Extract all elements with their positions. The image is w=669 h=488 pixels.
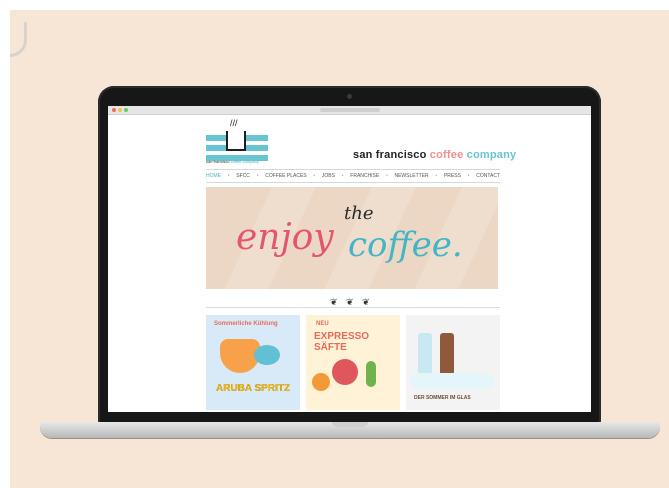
brand-title: san francisco coffee company	[353, 149, 516, 161]
camera-icon	[347, 94, 352, 99]
promo-tiles: Sommerliche Kühlung ARUBA SPRITZ NEU EXP…	[206, 315, 500, 410]
hero-enjoy: enjoy	[236, 217, 334, 258]
hero-coffee: coffee.	[348, 225, 463, 265]
promo-tile-tagline: DER SOMMER IM GLAS	[414, 395, 471, 401]
promo-tile-title: NEU	[316, 321, 329, 327]
apple-illustration	[332, 359, 358, 385]
nav-home[interactable]: HOME	[206, 173, 221, 179]
nav-sep: •	[313, 173, 316, 179]
nav-sep: •	[256, 173, 259, 179]
nav-sep: •	[341, 173, 344, 179]
laptop-base	[40, 422, 660, 438]
hero-headline: enjoy the coffee.	[236, 203, 463, 265]
cup-icon	[226, 131, 246, 151]
promo-tile-cold-drinks[interactable]: DER SOMMER IM GLAS	[406, 315, 500, 410]
laptop-notch	[332, 422, 368, 427]
nav-sfcc[interactable]: SFCC	[236, 173, 250, 179]
nav-newsletter[interactable]: NEWSLETTER	[394, 173, 428, 179]
promo-tile-title: Sommerliche Kühlung	[214, 321, 278, 327]
nav-sep: •	[467, 173, 470, 179]
nav-jobs[interactable]: JOBS	[322, 173, 335, 179]
nav-sep: •	[385, 173, 388, 179]
leaf-illustration	[366, 361, 376, 387]
promo-tile-aruba[interactable]: Sommerliche Kühlung ARUBA SPRITZ	[206, 315, 300, 410]
splash-illustration	[254, 345, 280, 365]
iced-drink-illustration	[418, 333, 432, 375]
nav-franchise[interactable]: FRANCHISE	[350, 173, 379, 179]
hero-the: the	[344, 203, 374, 224]
corner-decoration	[10, 22, 27, 57]
promo-tile-headline: ARUBA SPRITZ	[216, 383, 291, 394]
steam-icon: ///	[230, 118, 238, 128]
nav-press[interactable]: PRESS	[444, 173, 461, 179]
background-panel: /// san francisco coffee company san fra…	[10, 10, 669, 488]
brand-main: san francisco	[353, 149, 427, 161]
section-divider	[206, 307, 500, 308]
promo-tile-headline: EXPRESSO SÄFTE	[314, 331, 370, 353]
logo-caption-black: san francisco	[206, 159, 230, 164]
hero-banner: enjoy the coffee.	[206, 187, 498, 289]
logo-caption-blue: coffee company	[230, 159, 259, 164]
main-nav: HOME • SFCC • COFFEE PLACES • JOBS • FRA…	[206, 169, 500, 183]
promo-tile-saefte[interactable]: NEU EXPRESSO SÄFTE	[306, 315, 400, 410]
brand-company: company	[466, 149, 517, 161]
maximize-icon[interactable]	[124, 108, 128, 112]
nav-sep: •	[435, 173, 438, 179]
brand-coffee: coffee	[429, 149, 464, 161]
orange-illustration	[312, 373, 330, 391]
nav-coffee-places[interactable]: COFFEE PLACES	[265, 173, 306, 179]
address-bar[interactable]	[320, 108, 380, 112]
page: /// san francisco coffee company san fra…	[0, 0, 669, 488]
laptop-screen: /// san francisco coffee company san fra…	[108, 106, 591, 412]
nav-contact[interactable]: CONTACT	[476, 173, 500, 179]
nav-sep: •	[227, 173, 230, 179]
splash-illustration	[410, 373, 494, 389]
website: /// san francisco coffee company san fra…	[108, 115, 591, 412]
logo-caption: san francisco coffee company	[206, 159, 259, 164]
close-icon[interactable]	[112, 108, 116, 112]
iced-coffee-illustration	[440, 333, 454, 375]
minimize-icon[interactable]	[118, 108, 122, 112]
laptop-lid: /// san francisco coffee company san fra…	[98, 86, 601, 426]
browser-toolbar	[108, 106, 591, 115]
